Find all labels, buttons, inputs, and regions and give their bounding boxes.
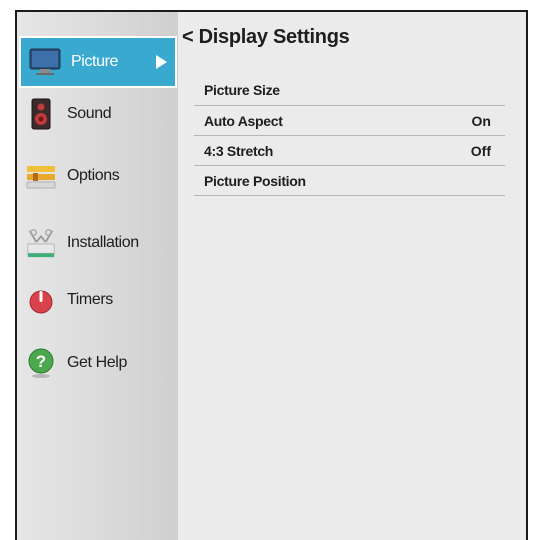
power-timer-icon bbox=[25, 284, 57, 316]
chevron-right-icon bbox=[156, 55, 167, 69]
sidebar-item-label: Get Help bbox=[67, 354, 127, 371]
sidebar-item-label: Installation bbox=[67, 234, 139, 251]
tv-menu-frame: Picture Sound Options Installation Timer… bbox=[15, 10, 528, 540]
page-title: < Display Settings bbox=[182, 26, 350, 49]
row-label: Auto Aspect bbox=[204, 113, 283, 129]
options-icon bbox=[25, 160, 57, 192]
settings-panel: < Display Settings Picture Size Auto Asp… bbox=[178, 12, 526, 540]
row-divider bbox=[194, 76, 505, 106]
monitor-icon bbox=[29, 46, 61, 78]
sidebar-item-get-help[interactable]: ? Get Help bbox=[17, 337, 178, 389]
row-value: On bbox=[471, 113, 491, 129]
page-title-text: Display Settings bbox=[198, 26, 350, 48]
row-label: Picture Position bbox=[204, 173, 306, 189]
menu-row-auto-aspect[interactable]: Auto Aspect On bbox=[194, 106, 505, 136]
speaker-icon bbox=[25, 98, 57, 130]
sidebar-item-timers[interactable]: Timers bbox=[17, 274, 178, 326]
sidebar-item-sound[interactable]: Sound bbox=[17, 88, 178, 140]
sidebar-item-installation[interactable]: Installation bbox=[17, 217, 178, 269]
sidebar-item-label: Options bbox=[67, 167, 120, 184]
menu-row-picture-position[interactable]: Picture Position bbox=[194, 166, 505, 196]
sidebar-item-label: Picture bbox=[71, 53, 118, 70]
sidebar: Picture Sound Options Installation Timer… bbox=[17, 12, 178, 540]
row-value: Off bbox=[470, 143, 491, 159]
sidebar-item-label: Sound bbox=[67, 105, 112, 122]
menu-row-4-3-stretch[interactable]: 4:3 Stretch Off bbox=[194, 136, 505, 166]
back-button[interactable]: < bbox=[182, 26, 194, 48]
sidebar-item-picture[interactable]: Picture bbox=[19, 36, 177, 88]
help-icon: ? bbox=[25, 347, 57, 379]
sidebar-item-label: Timers bbox=[67, 291, 113, 308]
antenna-icon bbox=[25, 227, 57, 259]
row-label: 4:3 Stretch bbox=[204, 143, 274, 159]
svg-text:?: ? bbox=[36, 352, 46, 371]
sidebar-item-options[interactable]: Options bbox=[17, 150, 178, 202]
